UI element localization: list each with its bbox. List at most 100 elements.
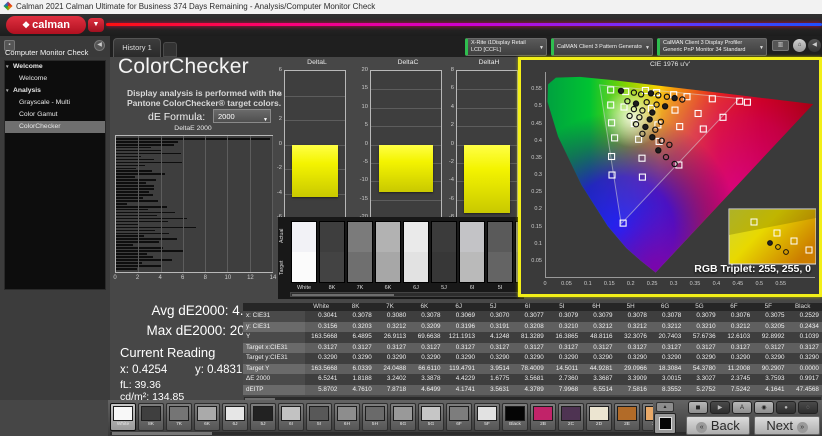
meter-device-dropdown[interactable]: X-Rite i1Display Retail LCD [CCFL] ▼: [465, 38, 547, 56]
patch-button-2d[interactable]: 2D: [586, 403, 612, 431]
cie-ytick-label: 0.55: [522, 86, 542, 92]
sidebar-collapse-button[interactable]: ◀: [94, 40, 105, 51]
patch-button-2c[interactable]: 2C: [558, 403, 584, 431]
tick-label: 2: [268, 116, 282, 122]
patch-button-2e[interactable]: 2E: [614, 403, 640, 431]
patch-button-5i[interactable]: 5I: [306, 403, 332, 431]
main-menu-dropdown-button[interactable]: ▼: [88, 18, 104, 32]
patch-button-7k[interactable]: 7K: [166, 403, 192, 431]
table-cell: 12.6103: [718, 332, 752, 343]
swatch-6j[interactable]: [403, 221, 429, 283]
cie-ytick-label: 0.3: [522, 172, 542, 178]
transport-button-3[interactable]: A: [732, 401, 752, 414]
swatch-7k[interactable]: [347, 221, 373, 283]
patch-button-6i[interactable]: 6I: [278, 403, 304, 431]
cie-ytick-label: 0.4: [522, 138, 542, 144]
tree-item-welcome[interactable]: Welcome: [5, 61, 105, 73]
cie-xtick-label: 0.1: [578, 281, 598, 287]
tree-item-analysis[interactable]: Analysis: [5, 85, 105, 97]
swatch-white[interactable]: [291, 221, 317, 283]
patch-button-6k[interactable]: 6K: [194, 403, 220, 431]
swatch-label: 5J: [430, 285, 458, 291]
cie-xtick-label: 0.4: [706, 281, 726, 287]
patch-color: [197, 406, 217, 421]
expand-patches-button[interactable]: ▲: [656, 402, 674, 412]
tree-item-colorchecker[interactable]: ColorChecker: [5, 121, 105, 133]
patch-button-5f[interactable]: 5F: [474, 403, 500, 431]
table-row: Target y:CIE310.32900.32900.32900.32900.…: [243, 353, 822, 364]
hist-bar: [116, 191, 149, 193]
de-formula-value: 2000: [218, 112, 235, 121]
transport-button-6[interactable]: ◌: [798, 401, 818, 414]
table-cell: 7.5816: [615, 385, 649, 396]
next-button[interactable]: Next »: [754, 416, 820, 435]
swatch-scrollbar-thumb[interactable]: [292, 294, 394, 296]
de-formula-select[interactable]: 2000▼: [213, 109, 271, 123]
table-cell: 0.3290: [511, 353, 545, 364]
patch-button-8k[interactable]: 8K: [138, 403, 164, 431]
deltac-plot: [370, 70, 442, 229]
osd-button[interactable]: ▥: [772, 40, 789, 51]
pattern-generator-dropdown[interactable]: CalMAN Client 3 Pattern Generator ▼: [551, 38, 653, 56]
pattern-window-button[interactable]: [654, 413, 676, 434]
tick-label: -6: [440, 196, 454, 202]
table-cell: 0.3210: [546, 322, 580, 333]
tree-item-color-gamut[interactable]: Color Gamut: [5, 109, 105, 121]
table-cell: 0.3290: [477, 353, 511, 364]
table-cell: 1.6775: [477, 374, 511, 385]
tick-label: -2: [440, 159, 454, 165]
patch-scrollbar-thumb[interactable]: [112, 432, 212, 435]
hist-tick-label: 8: [199, 275, 211, 281]
table-cell: 18.3084: [649, 364, 683, 375]
transport-button-1[interactable]: ◼: [688, 401, 708, 414]
patch-button-2b[interactable]: 2B: [530, 403, 556, 431]
swatch-6i[interactable]: [459, 221, 485, 283]
hist-bar: [116, 259, 172, 261]
collapse-panel-button[interactable]: ◀: [808, 39, 821, 52]
table-cell: 14.5011: [546, 364, 580, 375]
patch-button-6h[interactable]: 6H: [334, 403, 360, 431]
swatch-8k[interactable]: [319, 221, 345, 283]
hist-bar: [116, 253, 147, 255]
table-cell: 47.4568: [786, 385, 820, 396]
home-button[interactable]: ⌂: [793, 39, 806, 52]
table-cell: 0.3209: [408, 322, 442, 333]
table-cell: 20.7403: [649, 332, 683, 343]
table-cell: 3.2402: [374, 374, 408, 385]
deltac-bar: [379, 145, 432, 193]
transport-button-5[interactable]: ●: [776, 401, 796, 414]
patch-color: [281, 406, 301, 421]
patch-button-white[interactable]: White: [110, 403, 136, 431]
transport-button-2[interactable]: ▶: [710, 401, 730, 414]
calman-logo-button[interactable]: ❖calman: [6, 16, 86, 34]
tree-item-grayscale-multi[interactable]: Grayscale - Multi: [5, 97, 105, 109]
table-cell: 3.5681: [511, 374, 545, 385]
cie-ytick-label: 0.35: [522, 155, 542, 161]
patch-button-2f[interactable]: 2F: [642, 403, 653, 431]
swatch-6k[interactable]: [375, 221, 401, 283]
deltae-histogram-title: DeltaE 2000: [107, 125, 279, 132]
table-cell: 6.5241: [305, 374, 339, 385]
patch-button-6f[interactable]: 6F: [446, 403, 472, 431]
patch-label: 6H: [335, 421, 359, 429]
patch-button-5j[interactable]: 5J: [250, 403, 276, 431]
table-cell: 3.3687: [580, 374, 614, 385]
hist-bar: [116, 247, 163, 249]
patch-button-5g[interactable]: 5G: [418, 403, 444, 431]
page-title: ColorChecker: [118, 55, 249, 79]
swatch-5i[interactable]: [487, 221, 513, 283]
patch-button-black[interactable]: Black: [502, 403, 528, 431]
swatch-scrollbar[interactable]: [290, 292, 518, 297]
tree-item-welcome[interactable]: Welcome: [5, 73, 105, 85]
swatch-5j[interactable]: [431, 221, 457, 283]
patch-color: [421, 406, 441, 421]
table-cell: 57.6736: [683, 332, 717, 343]
patch-button-6g[interactable]: 6G: [390, 403, 416, 431]
workflow-tree: WelcomeWelcomeAnalysisGrayscale - MultiC…: [4, 60, 106, 290]
transport-button-4[interactable]: ◉: [754, 401, 774, 414]
back-button[interactable]: « Back: [686, 416, 750, 435]
patch-button-5h[interactable]: 5H: [362, 403, 388, 431]
patch-button-6j[interactable]: 6J: [222, 403, 248, 431]
cie-1976-chart-panel[interactable]: CIE 1976 u'v': [518, 57, 822, 297]
display-profiler-dropdown[interactable]: CalMAN Client 3 Display Profiler Generic…: [657, 38, 767, 56]
